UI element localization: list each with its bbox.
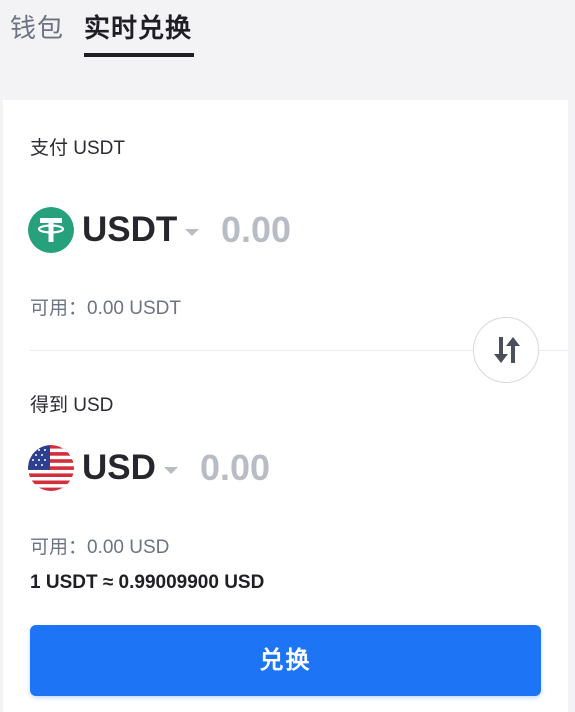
active-tab-indicator (84, 53, 194, 57)
tab-wallet[interactable]: 钱包 (10, 8, 64, 45)
receive-coin-selector[interactable]: USD (82, 448, 156, 488)
receive-coin-row: USD (28, 445, 548, 495)
pay-label: 支付 USDT (30, 138, 126, 159)
us-flag-icon (28, 445, 74, 491)
top-tab-bar: 钱包 实时兑换 (0, 0, 575, 60)
tether-icon (28, 207, 74, 253)
receive-available-balance: 可用：0.00 USD (30, 537, 170, 558)
swap-arrows-icon (494, 337, 520, 363)
tab-realtime-exchange[interactable]: 实时兑换 (84, 8, 192, 45)
pay-coin-selector[interactable]: USDT (82, 210, 177, 250)
receive-coin-dropdown-caret-icon[interactable] (164, 467, 178, 474)
convert-button[interactable]: 兑换 (30, 625, 541, 696)
swap-direction-button[interactable] (473, 317, 539, 383)
pay-available-balance: 可用：0.00 USDT (30, 298, 181, 319)
receive-label: 得到 USD (30, 395, 114, 416)
pay-amount-input[interactable] (221, 209, 421, 251)
exchange-card: 支付 USDT USDT 可用：0.00 USDT 得到 USD (3, 100, 568, 712)
receive-amount-input[interactable] (200, 447, 400, 489)
exchange-rate-text: 1 USDT ≈ 0.99009900 USD (30, 572, 265, 593)
pay-coin-dropdown-caret-icon[interactable] (185, 229, 199, 236)
pay-coin-row: USDT (28, 207, 548, 257)
